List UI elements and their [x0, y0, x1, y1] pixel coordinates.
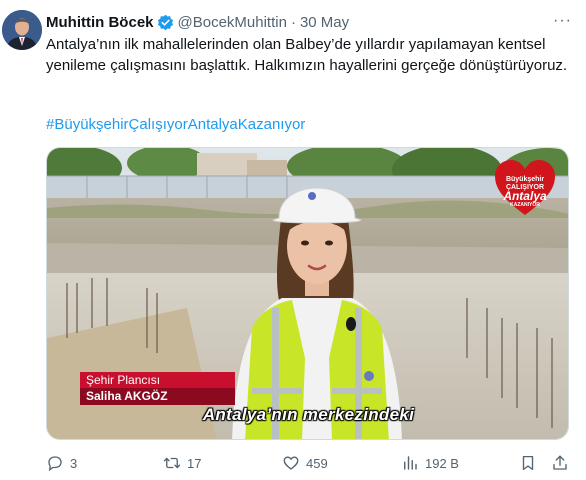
author-handle[interactable]: @BocekMuhittin	[178, 14, 287, 31]
like-button[interactable]: 459	[282, 452, 328, 474]
video-subtitle: Antalya’nın merkezindeki	[202, 405, 415, 424]
retweet-count: 17	[187, 455, 202, 471]
tweet-text: Antalya’nın ilk mahallelerinden olan Bal…	[46, 36, 568, 74]
share-icon	[553, 455, 567, 470]
antalya-logo: Büyükşehir ÇALIŞIYOR Antalya KAZANIYOR	[495, 160, 555, 216]
logo-line-3: KAZANIYOR	[510, 202, 540, 208]
logo-line-2: Antalya	[503, 189, 547, 203]
share-button[interactable]	[551, 452, 569, 474]
views-button[interactable]: 192 B	[401, 452, 459, 474]
bookmark-button[interactable]	[519, 452, 537, 474]
verified-badge-icon	[157, 14, 173, 30]
views-count: 192 B	[425, 455, 459, 471]
lower-third-name: Saliha AKGÖZ	[80, 388, 235, 405]
tweet-header: Muhittin Böcek @BocekMuhittin · 30 May	[46, 12, 349, 32]
more-options-icon[interactable]: ···	[553, 12, 572, 30]
lower-third-title: Şehir Plancısı	[80, 372, 235, 388]
separator-dot: ·	[290, 13, 296, 31]
heart-icon	[283, 456, 299, 470]
reply-button[interactable]: 3	[46, 452, 77, 474]
reply-count: 3	[70, 455, 78, 471]
views-icon	[404, 456, 417, 470]
tweet-date[interactable]: 30 May	[300, 14, 349, 31]
author-name[interactable]: Muhittin Böcek	[46, 14, 154, 31]
lower-third: Şehir Plancısı Saliha AKGÖZ	[80, 372, 235, 405]
like-count: 459	[306, 455, 328, 471]
avatar[interactable]	[2, 10, 42, 50]
retweet-button[interactable]: 17	[163, 452, 201, 474]
reply-icon	[48, 456, 62, 472]
video-player[interactable]: Büyükşehir ÇALIŞIYOR Antalya KAZANIYOR Şe…	[46, 147, 569, 440]
action-bar: 3 17 459 192 B	[46, 452, 576, 474]
tweet[interactable]: Muhittin Böcek @BocekMuhittin · 30 May ·…	[0, 0, 586, 480]
hashtag-link[interactable]: #BüyükşehirÇalışıyorAntalyaKazanıyor	[46, 115, 305, 135]
bookmark-icon	[522, 455, 534, 471]
retweet-icon	[163, 457, 181, 469]
